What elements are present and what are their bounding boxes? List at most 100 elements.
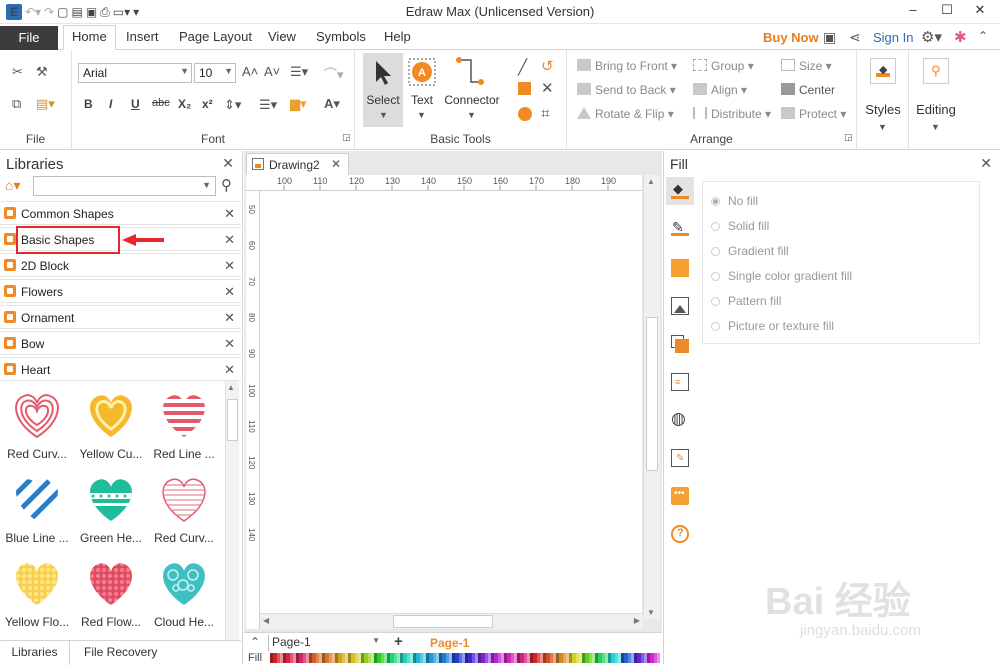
close-icon[interactable]: ✕ <box>224 284 235 300</box>
rotate-flip-button[interactable]: Rotate & Flip ▾ <box>577 107 674 121</box>
close-icon[interactable]: ✕ <box>224 336 235 352</box>
vertical-scrollbar[interactable]: ▲ ▼ <box>643 175 660 619</box>
close-icon[interactable]: ✕ <box>331 157 341 171</box>
fill-option-solid-fill[interactable]: Solid fill <box>711 219 769 233</box>
chevron-down-icon[interactable]: ▼ <box>931 122 940 132</box>
shape-green-heart[interactable]: Green He... <box>76 471 146 545</box>
tab-home[interactable]: Home <box>63 25 116 51</box>
arrange-dialog-launcher-icon[interactable]: ◲ <box>844 132 853 143</box>
fill-option-pattern-fill[interactable]: Pattern fill <box>711 294 781 308</box>
scroll-up-icon[interactable]: ▲ <box>227 383 235 392</box>
file-menu-button[interactable]: File <box>0 26 58 50</box>
color-swatches[interactable] <box>270 653 660 663</box>
fill-option-no-fill[interactable]: No fill <box>711 194 758 208</box>
scrollbar-thumb[interactable] <box>227 399 238 441</box>
size-button[interactable]: Size ▾ <box>781 59 832 73</box>
fill-option-gradient-fill[interactable]: Gradient fill <box>711 244 789 258</box>
shape-yellow-curve-heart[interactable]: Yellow Cu... <box>76 387 146 461</box>
connector-tool-button[interactable]: Connector <box>441 93 503 107</box>
scroll-right-icon[interactable]: ▶ <box>634 616 640 625</box>
color-swatch[interactable] <box>656 653 660 663</box>
shadow-tab-icon[interactable] <box>671 259 689 277</box>
tab-insert[interactable]: Insert <box>126 29 159 44</box>
superscript-button[interactable]: x² <box>202 97 213 111</box>
send-to-back-button[interactable]: Send to Back ▾ <box>577 83 676 97</box>
horizontal-scrollbar[interactable]: ◀ ▶ <box>260 613 643 629</box>
library-category-2d-block[interactable]: 2D Block ✕ <box>0 253 241 277</box>
editing-button[interactable]: Editing <box>909 102 963 117</box>
chevron-down-icon[interactable]: ▼ <box>379 110 388 120</box>
scroll-left-icon[interactable]: ◀ <box>263 616 269 625</box>
select-tool-button[interactable]: Select <box>364 93 402 107</box>
font-dialog-launcher-icon[interactable]: ◲ <box>342 132 351 143</box>
decrease-font-icon[interactable]: A˅ <box>264 64 280 79</box>
collapse-ribbon-icon[interactable]: ⌃ <box>978 29 988 43</box>
highlight-icon[interactable]: ▆▾ <box>290 96 307 112</box>
copy-icon[interactable]: ⧉ <box>12 96 21 112</box>
bullets-icon[interactable]: ☰▾ <box>259 97 277 113</box>
fill-option-picture-texture[interactable]: Picture or texture fill <box>711 319 834 333</box>
font-size-select[interactable]: 10 ▼ <box>194 63 236 83</box>
strikethrough-button[interactable]: abc <box>152 97 170 109</box>
line-tool-icon[interactable]: ╱ <box>518 58 527 76</box>
underline-button[interactable]: U <box>131 97 140 111</box>
increase-font-icon[interactable]: A˄ <box>242 64 258 79</box>
shape-red-curve-heart[interactable]: Red Curv... <box>2 387 72 461</box>
close-icon[interactable]: ✕ <box>222 155 234 172</box>
close-window-button[interactable]: ✕ <box>965 2 995 18</box>
group-button[interactable]: Group ▾ <box>693 59 754 73</box>
close-icon[interactable]: ✕ <box>224 362 235 378</box>
format-painter-icon[interactable]: ⚒ <box>36 64 48 80</box>
protect-button[interactable]: Protect ▾ <box>781 107 846 121</box>
line-spacing-icon[interactable]: ⇕▾ <box>224 97 241 113</box>
minimize-button[interactable]: – <box>898 2 928 17</box>
shape-red-flower-heart[interactable]: Red Flow... <box>76 555 146 629</box>
globe-icon[interactable]: ◍ <box>671 409 689 429</box>
home-icon[interactable]: ⌂▾ <box>5 177 20 194</box>
shape-yellow-flower-heart[interactable]: Yellow Flo... <box>2 555 72 629</box>
fill-tab-icon[interactable]: ◆ <box>666 177 694 205</box>
library-scrollbar[interactable]: ▲ ▼ <box>225 381 239 649</box>
chevron-down-icon[interactable]: ▼ <box>467 110 476 120</box>
text-curve-icon[interactable]: ⌒▾ <box>324 64 344 83</box>
arc-tool-icon[interactable]: ↺ <box>541 57 554 75</box>
buy-now-link[interactable]: Buy Now <box>763 30 819 45</box>
tab-symbols[interactable]: Symbols <box>316 29 366 44</box>
close-icon[interactable]: ✕ <box>224 232 235 248</box>
align-text-icon[interactable]: ☰▾ <box>290 64 308 80</box>
align-button[interactable]: Align ▾ <box>693 83 747 97</box>
help-icon[interactable]: ? <box>671 525 689 543</box>
chevron-down-icon[interactable]: ▼ <box>417 110 426 120</box>
settings-gear-icon[interactable]: ⚙▾ <box>921 28 942 46</box>
document-tab[interactable]: Drawing2 ✕ <box>246 153 349 175</box>
drawing-page[interactable] <box>260 191 642 629</box>
tab-help[interactable]: Help <box>384 29 411 44</box>
library-category-common-shapes[interactable]: Common Shapes ✕ <box>0 201 241 225</box>
close-icon[interactable]: ✕ <box>980 155 992 172</box>
scroll-up-icon[interactable]: ▲ <box>647 177 655 186</box>
close-icon[interactable]: ✕ <box>224 206 235 222</box>
search-icon[interactable]: ⚲ <box>221 176 232 194</box>
page-selector[interactable]: Page-1 ▼ <box>268 635 382 651</box>
scroll-down-icon[interactable]: ▼ <box>647 608 655 617</box>
share-icon[interactable]: ⋖ <box>849 29 861 46</box>
library-category-bow[interactable]: Bow ✕ <box>0 331 241 355</box>
shape-blue-line-heart[interactable]: Blue Line ... <box>2 471 72 545</box>
bring-to-front-button[interactable]: Bring to Front ▾ <box>577 59 677 73</box>
shape-red-line-heart[interactable]: Red Line ... <box>149 387 219 461</box>
document-properties-icon[interactable]: ≡ <box>671 373 689 391</box>
library-category-heart[interactable]: Heart ✕ <box>0 357 241 381</box>
cart-icon[interactable]: ▣ <box>823 29 836 46</box>
subscript-button[interactable]: X₂ <box>178 97 191 111</box>
cut-icon[interactable]: ✂ <box>12 64 23 80</box>
app-store-icon[interactable]: ✱ <box>954 28 967 46</box>
attachment-icon[interactable]: ✎ <box>671 449 689 467</box>
cross-tool-icon[interactable]: ✕ <box>541 79 554 97</box>
shape-red-curve-heart-2[interactable]: Red Curv... <box>149 471 219 545</box>
font-name-select[interactable]: Arial ▼ <box>78 63 192 83</box>
center-button[interactable]: Center <box>781 83 835 97</box>
tab-libraries[interactable]: Libraries <box>0 641 70 665</box>
text-tool-button[interactable]: Text <box>407 93 437 107</box>
tab-view[interactable]: View <box>268 29 296 44</box>
shape-cloud-heart[interactable]: Cloud He... <box>149 555 219 629</box>
